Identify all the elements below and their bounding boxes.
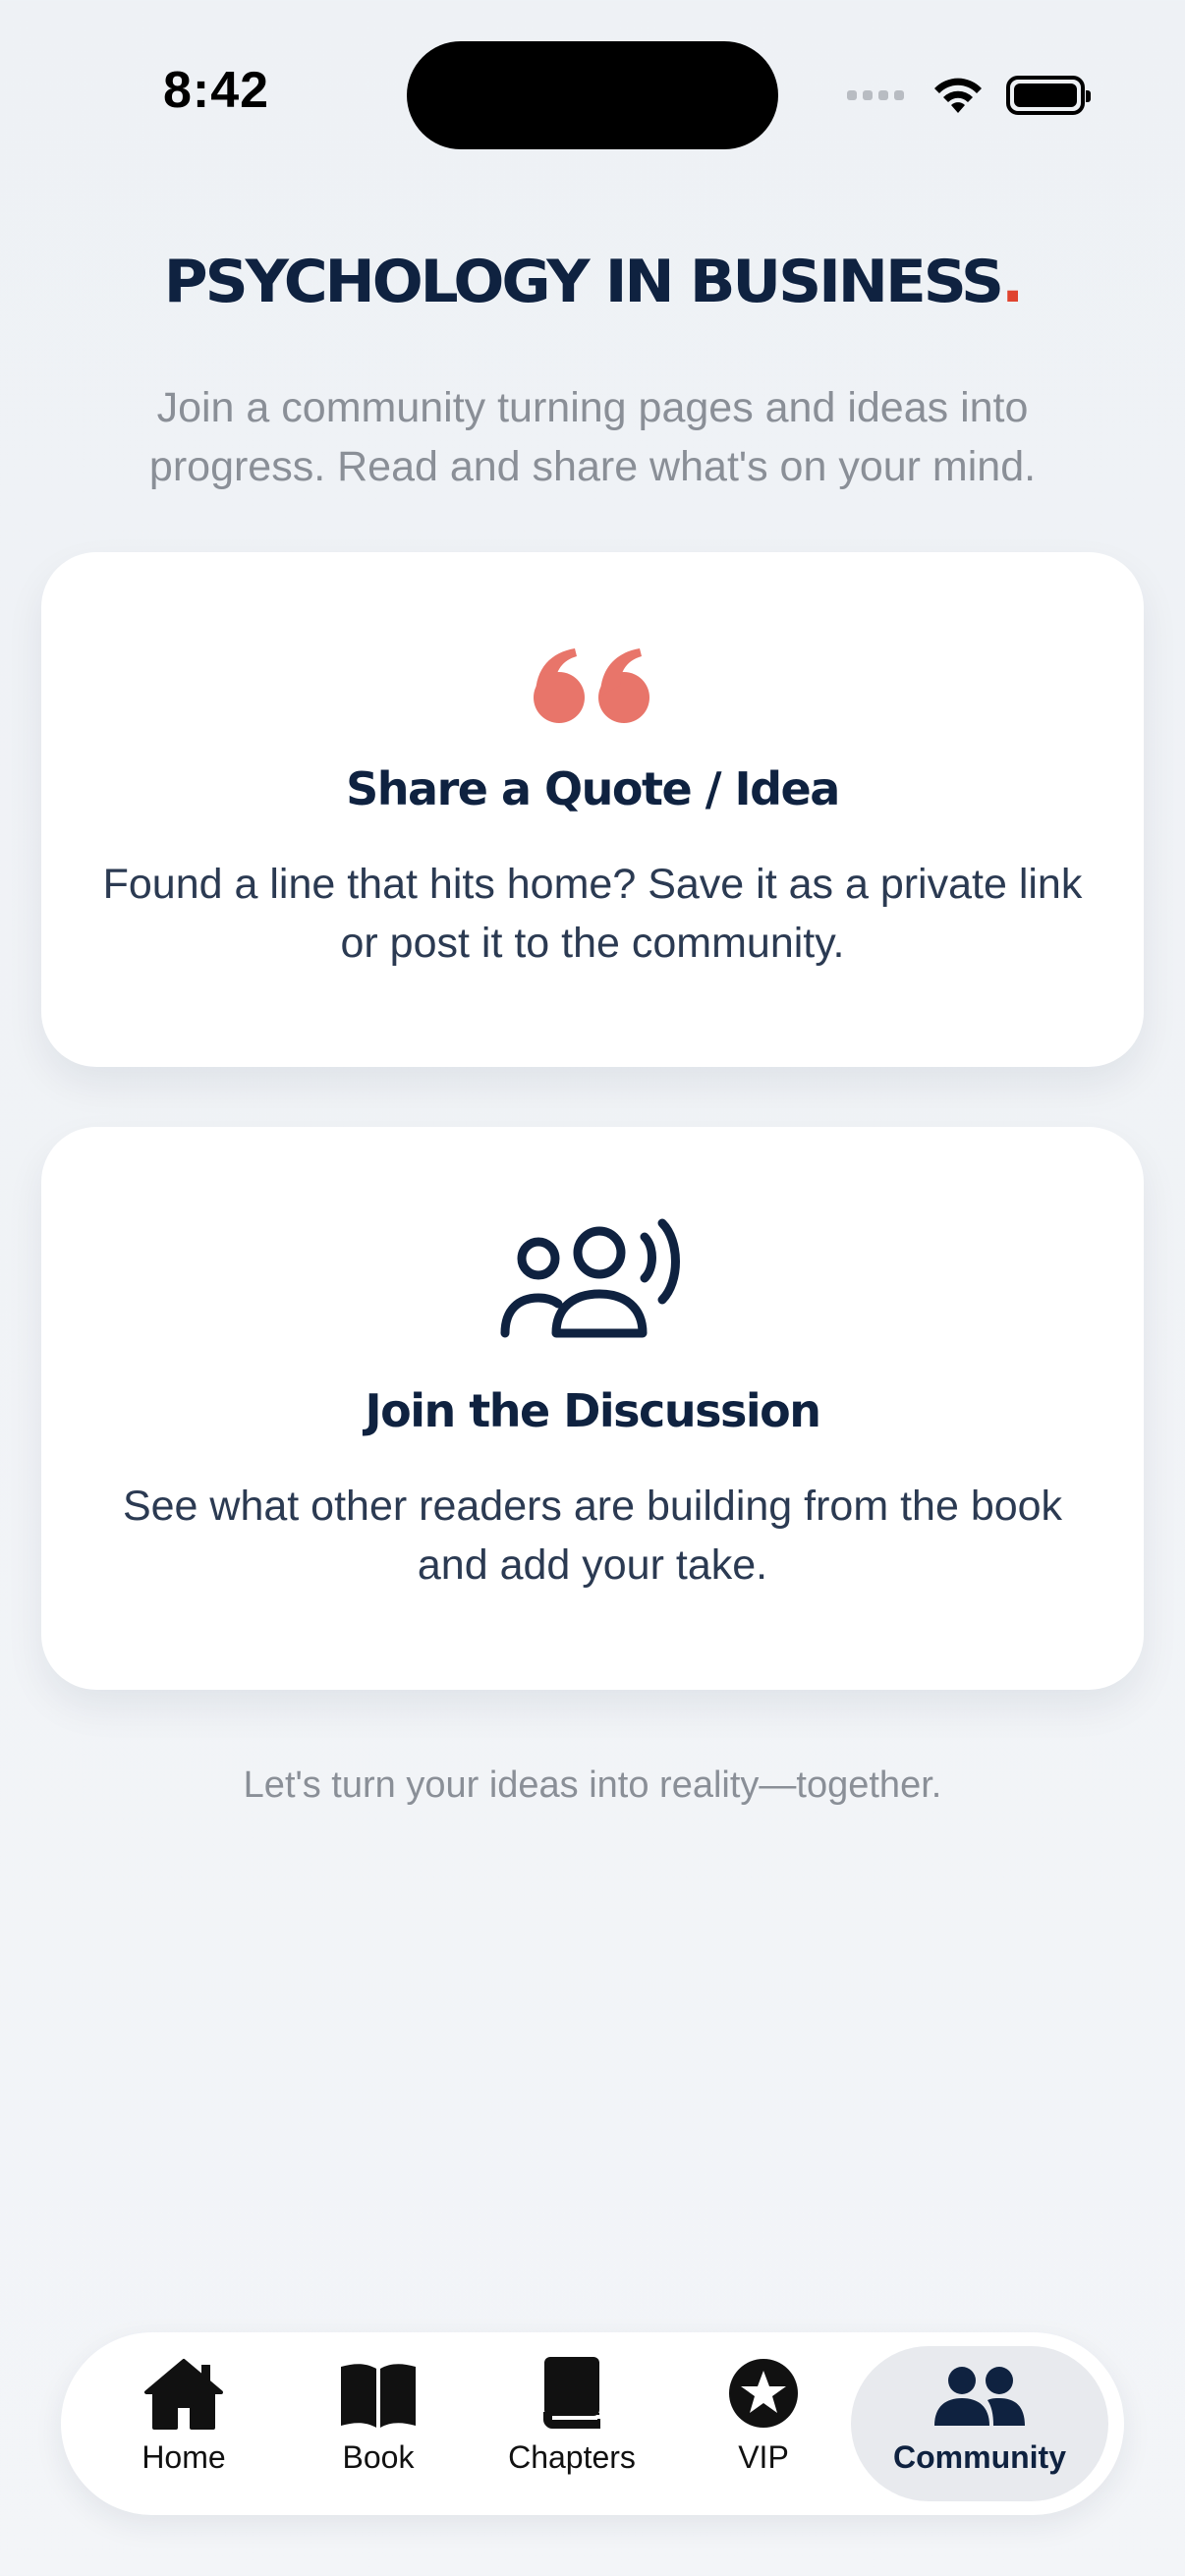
- tab-vip[interactable]: VIP: [700, 2346, 827, 2501]
- join-discussion-title: Join the Discussion: [365, 1384, 821, 1437]
- tab-home[interactable]: Home: [120, 2346, 248, 2501]
- tab-chapters[interactable]: Chapters: [493, 2346, 650, 2501]
- tab-book-label: Book: [342, 2439, 415, 2475]
- quote-icon: [534, 648, 649, 723]
- cellular-signal-icon: [847, 90, 904, 100]
- share-quote-card[interactable]: Share a Quote / Idea Found a line that h…: [41, 552, 1144, 1067]
- tab-vip-label: VIP: [738, 2439, 789, 2475]
- tab-community-label: Community: [893, 2439, 1066, 2475]
- tab-home-label: Home: [141, 2439, 226, 2475]
- share-quote-description: Found a line that hits home? Save it as …: [102, 861, 1083, 967]
- bottom-tab-bar: Home Book Chapters VIP Community: [61, 2332, 1124, 2515]
- tab-community[interactable]: Community: [851, 2346, 1108, 2501]
- tab-chapters-label: Chapters: [508, 2439, 636, 2475]
- share-quote-title: Share a Quote / Idea: [346, 762, 840, 815]
- people-icon: [934, 2367, 1025, 2426]
- battery-icon: [1006, 76, 1091, 115]
- discussion-group-icon: [500, 1218, 680, 1338]
- star-circle-icon: [729, 2359, 798, 2428]
- tab-book[interactable]: Book: [314, 2346, 442, 2501]
- closed-book-icon: [543, 2357, 600, 2429]
- dynamic-island: [407, 41, 778, 149]
- wifi-icon: [934, 78, 982, 113]
- tagline: Let's turn your ideas into reality—toget…: [243, 1764, 942, 1806]
- house-icon: [144, 2359, 223, 2430]
- status-time: 8:42: [163, 62, 270, 119]
- brand-title: PSYCHOLOGY IN BUSINESS.: [0, 248, 1185, 316]
- brand-dot: .: [1000, 248, 1024, 316]
- open-book-icon: [341, 2364, 416, 2428]
- brand-text: PSYCHOLOGY IN BUSINESS: [163, 248, 1004, 316]
- join-discussion-description: See what other readers are building from…: [122, 1483, 1063, 1589]
- join-discussion-card[interactable]: Join the Discussion See what other reade…: [41, 1127, 1144, 1690]
- intro-text: Join a community turning pages and ideas…: [148, 384, 1037, 490]
- status-icons: [847, 71, 1091, 120]
